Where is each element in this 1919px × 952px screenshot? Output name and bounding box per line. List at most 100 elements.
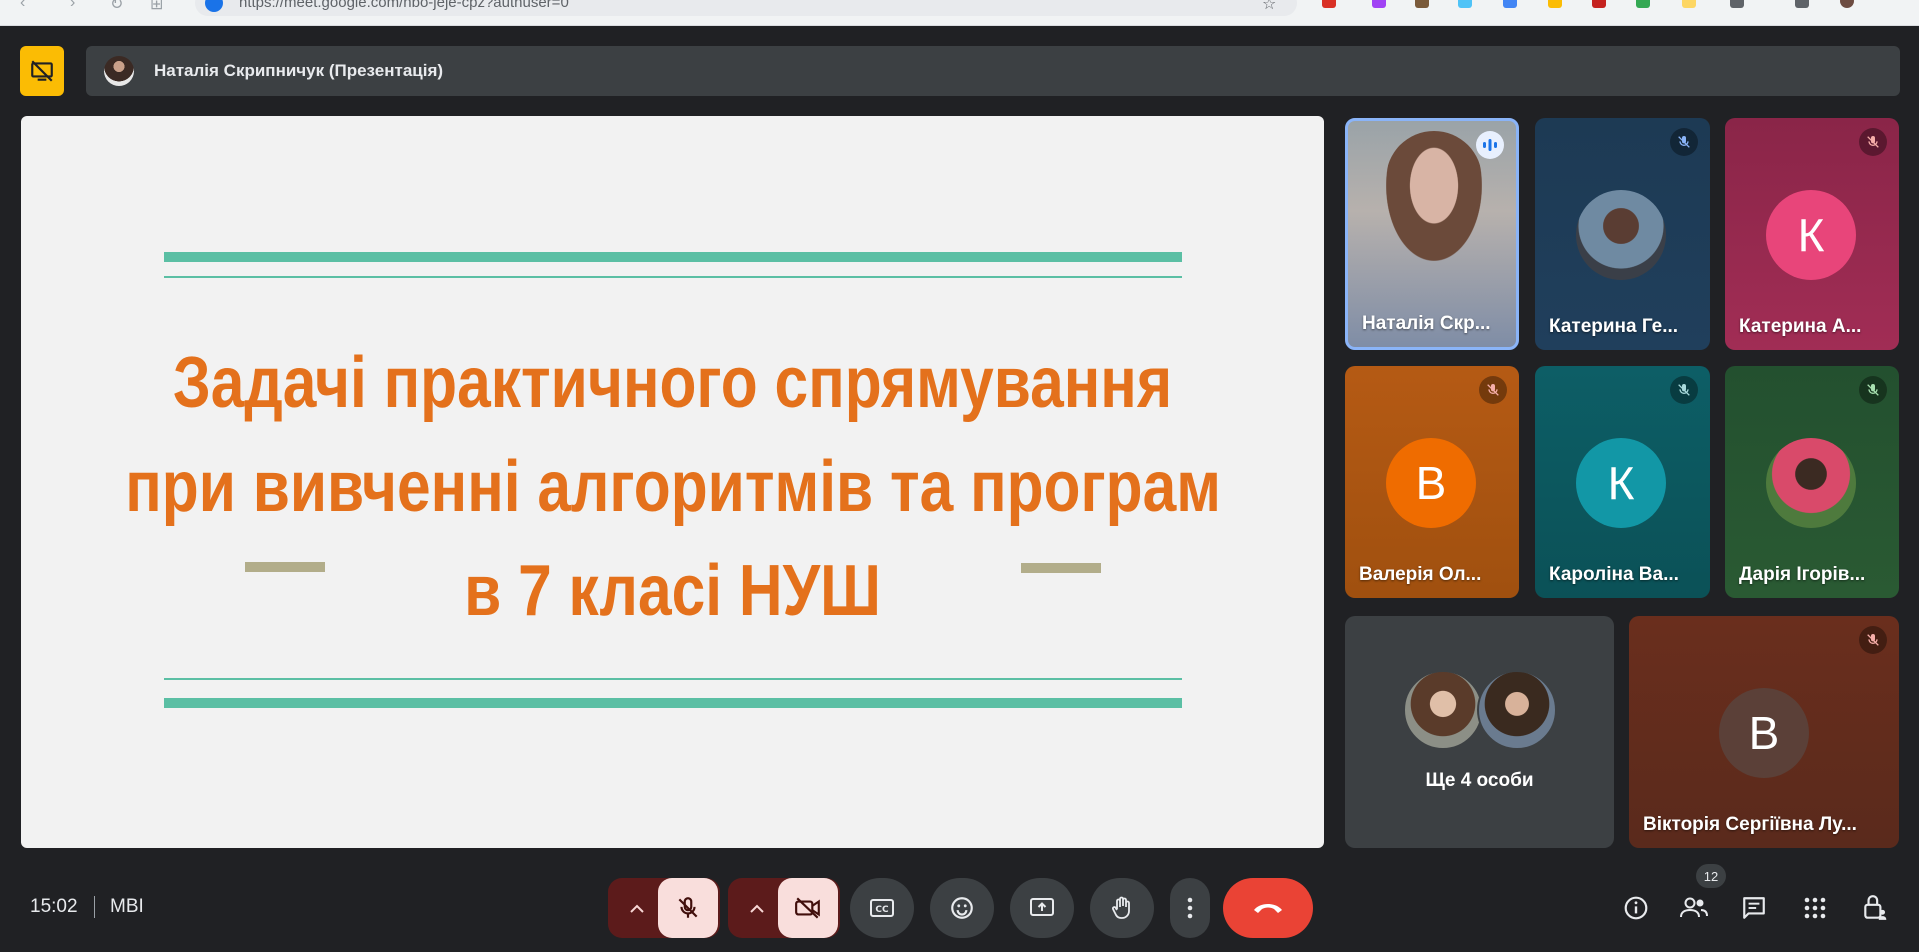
participant-name: Вікторія Сергіївна Лу... — [1643, 814, 1857, 835]
others-tile[interactable]: Ще 4 особи — [1345, 616, 1614, 848]
extension-icon[interactable] — [1322, 0, 1336, 8]
control-bar: 15:02 MBI CC 12 — [0, 864, 1919, 952]
participant-initial-avatar: В — [1719, 688, 1809, 778]
participant-initial-avatar: В — [1386, 438, 1476, 528]
chevron-up-icon — [630, 904, 644, 913]
slide-title: Задачі практичного спрямування при вивче… — [125, 331, 1222, 643]
audio-options-button[interactable] — [612, 878, 662, 938]
forward-icon[interactable]: › — [70, 0, 75, 12]
participant-name: Катерина Ге... — [1549, 316, 1679, 337]
extension-icon[interactable] — [1730, 0, 1744, 8]
extension-icon[interactable] — [1458, 0, 1472, 8]
participant-name: Валерія Ол... — [1359, 564, 1482, 585]
extension-icon[interactable] — [1636, 0, 1650, 8]
slide-title-line: Задачі практичного спрямування — [172, 343, 1173, 423]
mic-off-icon — [1859, 128, 1887, 156]
slide-top-thin-line — [164, 276, 1182, 278]
participant-avatar-photo — [1576, 190, 1666, 280]
chat-icon — [1743, 897, 1765, 919]
presenter-bar: Наталія Скрипничук (Презентація) — [86, 46, 1900, 96]
others-avatar-photo — [1403, 670, 1483, 750]
mic-off-icon — [1859, 626, 1887, 654]
participant-tile[interactable]: Катерина Ге... — [1535, 118, 1710, 350]
present-now-button[interactable] — [1010, 878, 1074, 938]
apps-grid-icon — [1804, 897, 1826, 919]
microphone-toggle-button[interactable] — [658, 878, 718, 938]
participant-tile[interactable]: В Вікторія Сергіївна Лу... — [1629, 616, 1899, 848]
participant-tile[interactable]: К Кароліна Ва... — [1535, 366, 1710, 598]
mic-off-icon — [1670, 376, 1698, 404]
mic-off-icon — [678, 897, 698, 918]
activities-button[interactable] — [1797, 890, 1833, 926]
stop-presenting-button[interactable] — [20, 46, 64, 96]
slide-title-line: в 7 класі НУШ — [464, 551, 881, 631]
raise-hand-icon — [1112, 896, 1130, 919]
mic-off-icon — [1479, 376, 1507, 404]
people-button[interactable] — [1676, 890, 1712, 926]
closed-captions-icon: CC — [870, 899, 894, 917]
bookmark-star-icon[interactable]: ☆ — [1262, 0, 1276, 14]
lock-person-icon — [1864, 895, 1887, 920]
camera-toggle-button[interactable] — [778, 878, 838, 938]
info-icon — [1624, 896, 1648, 920]
extension-icon[interactable] — [1592, 0, 1606, 8]
chevron-up-icon — [750, 904, 764, 913]
presenter-label: Наталія Скрипничук (Презентація) — [154, 61, 444, 80]
host-controls-button[interactable] — [1857, 890, 1893, 926]
meeting-code: MBI — [110, 896, 144, 917]
video-options-button[interactable] — [732, 878, 782, 938]
camera-off-icon — [795, 897, 820, 919]
svg-text:CC: CC — [875, 905, 889, 915]
more-vert-icon — [1187, 897, 1193, 919]
reactions-button[interactable] — [930, 878, 994, 938]
apps-icon[interactable]: ⊞ — [150, 0, 163, 14]
extension-icon[interactable] — [1503, 0, 1517, 8]
profile-avatar[interactable] — [1840, 0, 1854, 8]
address-bar[interactable]: https://meet.google.com/nbo-jeje-cpz?aut… — [195, 0, 1297, 16]
people-icon — [1680, 897, 1708, 918]
present-off-icon — [31, 60, 53, 82]
participant-tile[interactable]: К Катерина А... — [1725, 118, 1899, 350]
people-count-badge: 12 — [1696, 864, 1726, 888]
participant-name: Кароліна Ва... — [1549, 564, 1679, 585]
emoji-icon — [951, 897, 973, 919]
others-avatar-photo — [1477, 670, 1557, 750]
clock: 15:02 — [30, 896, 78, 917]
presentation-slide: Задачі практичного спрямування при вивче… — [21, 116, 1324, 848]
participant-tile[interactable]: В Валерія Ол... — [1345, 366, 1519, 598]
hang-up-icon — [1254, 904, 1282, 913]
mic-off-icon — [1859, 376, 1887, 404]
browser-toolbar: ‹ › ↻ ⊞ https://meet.google.com/nbo-jeje… — [0, 0, 1919, 26]
participant-name: Наталія Скр... — [1362, 313, 1491, 334]
participant-initial-avatar: К — [1576, 438, 1666, 528]
participant-name: Катерина А... — [1739, 316, 1862, 337]
divider — [94, 896, 95, 918]
extension-icon[interactable] — [1548, 0, 1562, 8]
leave-call-button[interactable] — [1223, 878, 1313, 938]
back-icon[interactable]: ‹ — [20, 0, 25, 12]
captions-button[interactable]: CC — [850, 878, 914, 938]
participant-initial-avatar: К — [1766, 190, 1856, 280]
extension-icon[interactable] — [1415, 0, 1429, 8]
extension-icon[interactable] — [1682, 0, 1696, 8]
speaking-indicator-icon — [1476, 131, 1504, 159]
participant-avatar-photo — [1766, 438, 1856, 528]
presenter-avatar — [104, 56, 134, 86]
participant-tile[interactable]: Дарія Ігорів... — [1725, 366, 1899, 598]
reload-icon[interactable]: ↻ — [110, 0, 123, 14]
participant-video — [1386, 131, 1482, 261]
raise-hand-button[interactable] — [1090, 878, 1154, 938]
participant-tile[interactable]: Наталія Скр... — [1345, 118, 1519, 350]
others-label: Ще 4 особи — [1425, 770, 1534, 791]
more-options-button[interactable] — [1170, 878, 1210, 938]
mic-off-icon — [1670, 128, 1698, 156]
slide-title-line: при вивченні алгоритмів та програм — [125, 447, 1222, 527]
slide-bottom-thick-line — [164, 698, 1182, 708]
site-info-icon[interactable] — [205, 0, 223, 12]
slide-top-thick-line — [164, 252, 1182, 262]
extension-icon[interactable] — [1372, 0, 1386, 8]
meeting-details-button[interactable] — [1618, 890, 1654, 926]
extension-icon[interactable] — [1795, 0, 1809, 8]
chat-button[interactable] — [1736, 890, 1772, 926]
meet-window: Наталія Скрипничук (Презентація) Задачі … — [0, 26, 1919, 952]
